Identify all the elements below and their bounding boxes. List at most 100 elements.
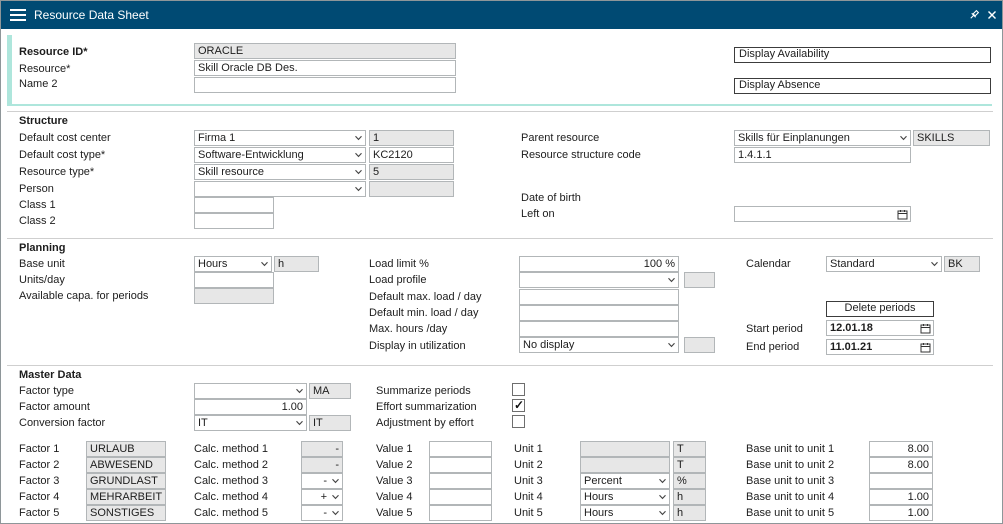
calc-method3-value: - xyxy=(323,475,327,487)
units-day-field[interactable] xyxy=(194,272,274,288)
chevron-down-icon xyxy=(354,186,363,192)
factor5-name-field: SONSTIGES xyxy=(86,505,166,521)
effort-summarization-label: Effort summarization xyxy=(376,400,477,414)
pin-icon[interactable] xyxy=(968,9,980,21)
end-period-label: End period xyxy=(746,340,799,354)
end-period-field[interactable]: 11.01.21 xyxy=(826,339,934,355)
calc-method1-label: Calc. method 1 xyxy=(194,442,268,456)
display-availability-button[interactable]: Display Availability xyxy=(734,47,991,63)
end-period-value: 11.01.21 xyxy=(830,341,872,353)
summarize-periods-checkbox[interactable] xyxy=(512,383,525,396)
base-unit3-field[interactable] xyxy=(869,473,933,489)
unit3-value: Percent xyxy=(584,475,622,487)
default-min-load-label: Default min. load / day xyxy=(369,306,478,320)
load-profile-select[interactable] xyxy=(519,272,679,288)
factor-amount-field[interactable]: 1.00 xyxy=(194,399,307,415)
display-absence-button[interactable]: Display Absence xyxy=(734,78,991,94)
value2-field[interactable] xyxy=(429,457,492,473)
value2-label: Value 2 xyxy=(376,458,413,472)
unit1-code: T xyxy=(673,441,706,457)
calendar-code: BK xyxy=(944,256,980,272)
max-hours-field[interactable] xyxy=(519,321,679,337)
calendar-icon[interactable] xyxy=(897,209,908,220)
value1-label: Value 1 xyxy=(376,442,413,456)
value1-field[interactable] xyxy=(429,441,492,457)
resource-type-label: Resource type* xyxy=(19,165,94,179)
resource-type-select[interactable]: Skill resource xyxy=(194,164,366,180)
default-min-load-field[interactable] xyxy=(519,305,679,321)
unit5-code: h xyxy=(673,505,706,521)
load-limit-label: Load limit % xyxy=(369,257,429,271)
factor-type-select[interactable] xyxy=(194,383,307,399)
resource-label: Resource* xyxy=(19,62,70,76)
default-max-load-field[interactable] xyxy=(519,289,679,305)
master-data-divider xyxy=(7,365,993,366)
max-hours-label: Max. hours /day xyxy=(369,322,447,336)
unit4-select[interactable]: Hours xyxy=(580,489,670,505)
resource-type-code: 5 xyxy=(369,164,454,180)
unit2-code: T xyxy=(673,457,706,473)
unit3-select[interactable]: Percent xyxy=(580,473,670,489)
delete-periods-button[interactable]: Delete periods xyxy=(826,301,934,317)
base-unit2-label: Base unit to unit 2 xyxy=(746,458,834,472)
conversion-factor-select[interactable]: IT xyxy=(194,415,307,431)
unit5-select[interactable]: Hours xyxy=(580,505,670,521)
planning-divider xyxy=(7,238,993,239)
chevron-down-icon xyxy=(295,388,304,394)
effort-summarization-checkbox[interactable] xyxy=(512,399,525,412)
base-unit5-field[interactable]: 1.00 xyxy=(869,505,933,521)
resource-structure-code-field[interactable]: 1.4.1.1 xyxy=(734,147,911,163)
start-period-field[interactable]: 12.01.18 xyxy=(826,320,934,336)
calendar-icon[interactable] xyxy=(920,342,931,353)
adjustment-by-effort-checkbox[interactable] xyxy=(512,415,525,428)
available-capa-label: Available capa. for periods xyxy=(19,289,148,303)
parent-resource-select[interactable]: Skills für Einplanungen xyxy=(734,130,911,146)
calc-method5-value: - xyxy=(323,507,327,519)
close-icon[interactable] xyxy=(987,10,997,20)
calendar-select[interactable]: Standard xyxy=(826,256,942,272)
chevron-down-icon xyxy=(667,277,676,283)
calc-method5-select[interactable]: - xyxy=(301,505,343,521)
class1-field[interactable] xyxy=(194,197,274,213)
unit4-label: Unit 4 xyxy=(514,490,543,504)
factor3-name-field: GRUNDLAST xyxy=(86,473,166,489)
unit2-field xyxy=(580,457,670,473)
base-unit4-field[interactable]: 1.00 xyxy=(869,489,933,505)
calc-method3-select[interactable]: - xyxy=(301,473,343,489)
class2-field[interactable] xyxy=(194,213,274,229)
menu-icon[interactable] xyxy=(10,9,26,21)
base-unit2-field[interactable]: 8.00 xyxy=(869,457,933,473)
name2-field[interactable] xyxy=(194,77,456,93)
calc-method4-select[interactable]: + xyxy=(301,489,343,505)
resource-field[interactable]: Skill Oracle DB Des. xyxy=(194,60,456,76)
resource-data-sheet-window: Resource Data Sheet Resource ID* Resourc… xyxy=(0,0,1003,524)
chevron-down-icon xyxy=(331,494,340,500)
base-unit-select[interactable]: Hours xyxy=(194,256,272,272)
person-label: Person xyxy=(19,182,54,196)
calendar-label: Calendar xyxy=(746,257,791,271)
chevron-down-icon xyxy=(658,478,667,484)
display-utilization-value: No display xyxy=(523,339,574,351)
chevron-down-icon xyxy=(295,420,304,426)
default-cost-center-select[interactable]: Firma 1 xyxy=(194,130,366,146)
unit1-label: Unit 1 xyxy=(514,442,543,456)
base-unit1-label: Base unit to unit 1 xyxy=(746,442,834,456)
base-unit1-field[interactable]: 8.00 xyxy=(869,441,933,457)
chevron-down-icon xyxy=(930,261,939,267)
default-cost-center-value: Firma 1 xyxy=(198,132,235,144)
calc-method4-label: Calc. method 4 xyxy=(194,490,268,504)
person-select[interactable] xyxy=(194,181,366,197)
left-on-field[interactable] xyxy=(734,206,911,222)
value5-field[interactable] xyxy=(429,505,492,521)
value4-label: Value 4 xyxy=(376,490,413,504)
default-cost-type-code[interactable]: KC2120 xyxy=(369,147,454,163)
display-utilization-select[interactable]: No display xyxy=(519,337,679,353)
load-limit-field[interactable]: 100 % xyxy=(519,256,679,272)
factor4-name-field: MEHRARBEIT xyxy=(86,489,166,505)
value4-field[interactable] xyxy=(429,489,492,505)
default-cost-type-select[interactable]: Software-Entwicklung xyxy=(194,147,366,163)
date-of-birth-label: Date of birth xyxy=(521,191,581,205)
calendar-icon[interactable] xyxy=(920,323,931,334)
base-unit-code: h xyxy=(274,256,319,272)
value3-field[interactable] xyxy=(429,473,492,489)
